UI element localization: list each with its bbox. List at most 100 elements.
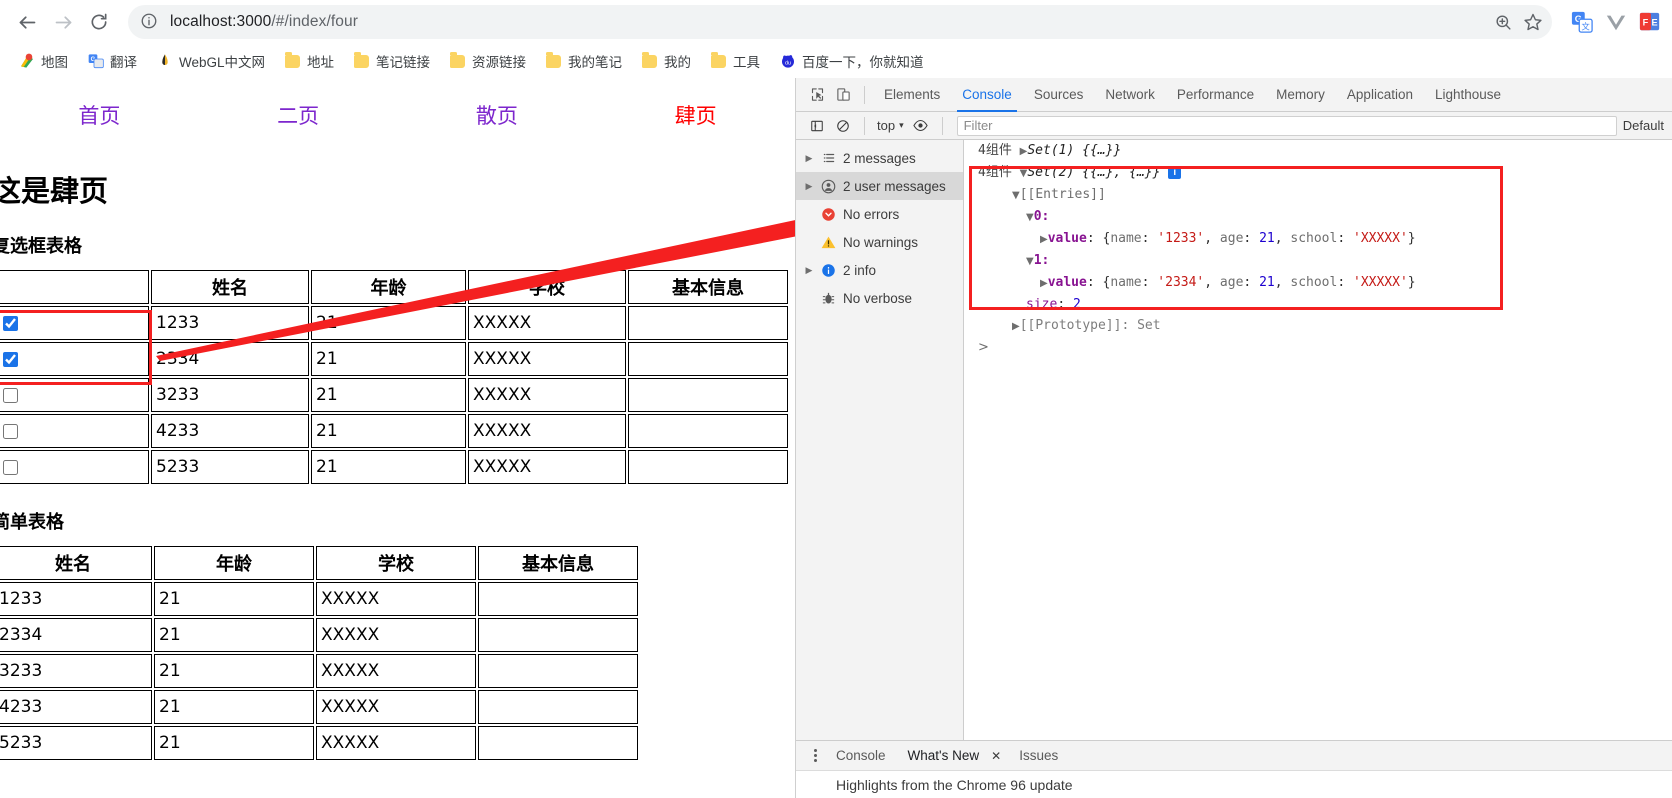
console-prototype-row[interactable]: ▶[[Prototype]]: Set	[964, 315, 1672, 337]
nav-link-two[interactable]: 二页	[199, 100, 398, 130]
value-label: value	[1047, 275, 1087, 290]
console-source-1[interactable]: 4组件	[978, 143, 1012, 158]
console-message-set1[interactable]: 4组件 ▶Set(1) {{…}}	[964, 140, 1672, 162]
row-checkbox[interactable]	[3, 459, 18, 475]
expand-triangle-icon[interactable]: ▶	[1012, 321, 1020, 332]
tab-memory[interactable]: Memory	[1265, 78, 1336, 112]
cell-checkbox[interactable]	[0, 378, 149, 412]
sidebar-item-user-messages[interactable]: ▶ 2 user messages	[796, 172, 963, 200]
expand-triangle-icon[interactable]: ▶	[804, 181, 814, 191]
sidebar-item-info[interactable]: ▶ 2 info	[796, 256, 963, 284]
nav-link-three[interactable]: 散页	[398, 100, 597, 130]
sidebar-item-warnings[interactable]: ▶ No warnings	[796, 228, 963, 256]
bookmark-translate[interactable]: G 翻译	[79, 48, 145, 74]
nav-link-home[interactable]: 首页	[0, 100, 199, 130]
clear-console-icon[interactable]	[830, 113, 856, 139]
collapse-triangle-icon[interactable]: ▼	[1012, 190, 1020, 201]
expand-triangle-icon[interactable]: ▶	[1040, 234, 1048, 245]
console-filter-input[interactable]: Filter	[956, 115, 1617, 136]
entry-index-0: 0:	[1033, 209, 1050, 224]
address-bar[interactable]: localhost:3000/#/index/four	[128, 5, 1552, 39]
inspect-element-icon[interactable]	[804, 82, 830, 108]
cell-school: XXXXX	[316, 654, 476, 688]
console-message-set2[interactable]: 4组件 ▼Set(2) {{…}, {…}} i	[964, 162, 1672, 184]
console-source-2[interactable]: 4组件	[978, 165, 1012, 180]
bookmark-folder-my-notes[interactable]: 我的笔记	[537, 48, 630, 74]
drawer-tab-issues[interactable]: Issues	[1009, 741, 1068, 771]
back-button[interactable]	[10, 5, 44, 39]
bookmark-folder-tools[interactable]: 工具	[702, 48, 768, 74]
sidebar-item-verbose[interactable]: ▶ No verbose	[796, 284, 963, 312]
console-entries-node[interactable]: ▼[[Entries]]	[964, 184, 1672, 206]
site-navigation: 首页 二页 散页 肆页	[0, 78, 795, 130]
bookmark-folder-notes-links[interactable]: 笔记链接	[345, 48, 438, 74]
zoom-in-icon[interactable]	[1490, 9, 1516, 35]
log-levels-selector[interactable]: Default	[1623, 118, 1672, 133]
bookmark-baidu[interactable]: du 百度一下，你就知道	[771, 48, 932, 74]
tab-performance[interactable]: Performance	[1166, 78, 1265, 112]
nav-link-four[interactable]: 肆页	[596, 100, 795, 130]
vue-devtools-icon[interactable]	[1604, 10, 1628, 34]
collapse-triangle-icon[interactable]: ▼	[1026, 256, 1034, 267]
size-key: size	[1026, 297, 1058, 312]
console-output[interactable]: 4组件 ▶Set(1) {{…}} 4组件 ▼Set(2) {{…}, {…}}…	[964, 140, 1672, 740]
tab-network[interactable]: Network	[1094, 78, 1166, 112]
more-options-icon[interactable]	[806, 749, 824, 762]
cell-age: 21	[311, 342, 466, 376]
execution-context-selector[interactable]: top ▾	[873, 118, 908, 133]
tab-sources[interactable]: Sources	[1023, 78, 1095, 112]
tab-elements[interactable]: Elements	[873, 78, 951, 112]
drawer-tab-console[interactable]: Console	[826, 741, 896, 771]
console-entry-0[interactable]: ▼0:	[964, 206, 1672, 228]
tab-console[interactable]: Console	[951, 78, 1023, 112]
console-entry-0-value[interactable]: ▶value: {name: '1233', age: 21, school: …	[964, 228, 1672, 250]
device-toolbar-icon[interactable]	[830, 82, 856, 108]
reload-button[interactable]	[82, 5, 116, 39]
live-expression-icon[interactable]	[908, 113, 934, 139]
th-school: 学校	[468, 270, 626, 304]
site-info-icon[interactable]	[140, 12, 160, 32]
table-row: 2334 21 XXXXX	[0, 342, 788, 376]
forward-button[interactable]	[46, 5, 80, 39]
expand-triangle-icon[interactable]: ▶	[804, 265, 814, 275]
google-translate-icon[interactable]: G 文	[1570, 10, 1594, 34]
fe-helper-icon[interactable]: F E	[1638, 10, 1662, 34]
folder-icon	[284, 52, 301, 70]
tab-application[interactable]: Application	[1336, 78, 1424, 112]
row-checkbox[interactable]	[3, 387, 18, 403]
drawer-tab-whats-new[interactable]: What's New	[898, 741, 990, 771]
bookmark-folder-address[interactable]: 地址	[276, 48, 342, 74]
cell-checkbox[interactable]	[0, 306, 149, 340]
expand-triangle-icon[interactable]: ▶	[804, 153, 814, 163]
console-prompt[interactable]: >	[964, 337, 1672, 358]
row-checkbox[interactable]	[3, 351, 18, 367]
bookmark-maps[interactable]: 地图	[10, 48, 76, 74]
console-entry-1[interactable]: ▼1:	[964, 250, 1672, 272]
bookmark-folder-mine[interactable]: 我的	[633, 48, 699, 74]
row-checkbox[interactable]	[3, 423, 18, 439]
bookmark-folder-resource-links[interactable]: 资源链接	[441, 48, 534, 74]
show-console-sidebar-icon[interactable]	[804, 113, 830, 139]
viewport: 首页 二页 散页 肆页 这是肆页 复选框表格 姓名 年龄 学校 基本信息 123…	[0, 78, 1672, 798]
row-checkbox[interactable]	[3, 315, 18, 331]
entry0-school-val: 'XXXXX'	[1353, 231, 1408, 246]
sidebar-item-messages[interactable]: ▶ 2 messages	[796, 144, 963, 172]
bookmark-label: 地图	[41, 55, 68, 70]
webgl-site-icon	[156, 53, 173, 70]
collapse-triangle-icon[interactable]: ▼	[1026, 212, 1034, 223]
expand-triangle-icon[interactable]: ▶	[1040, 278, 1048, 289]
google-translate-icon: G	[87, 53, 104, 70]
info-badge-icon[interactable]: i	[1168, 166, 1182, 179]
console-entry-1-value[interactable]: ▶value: {name: '2334', age: 21, school: …	[964, 272, 1672, 294]
drawer-tabbar: Console What's New ✕ Issues	[796, 741, 1672, 771]
cell-checkbox[interactable]	[0, 414, 149, 448]
bookmark-star-icon[interactable]	[1520, 9, 1546, 35]
tab-lighthouse[interactable]: Lighthouse	[1424, 78, 1512, 112]
bookmark-webgl[interactable]: WebGL中文网	[148, 48, 273, 74]
cell-checkbox[interactable]	[0, 450, 149, 484]
close-icon[interactable]: ✕	[991, 749, 1007, 763]
cell-checkbox[interactable]	[0, 342, 149, 376]
bookmark-label: WebGL中文网	[179, 55, 266, 70]
th-age: 年龄	[311, 270, 466, 304]
sidebar-item-errors[interactable]: ▶ No errors	[796, 200, 963, 228]
